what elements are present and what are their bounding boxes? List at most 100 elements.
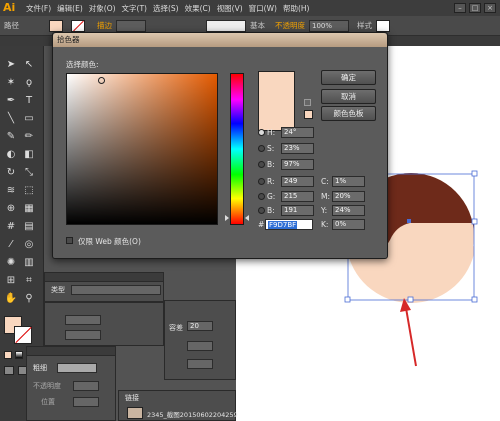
stroke-link[interactable]: 描边 (97, 20, 112, 31)
m-field[interactable]: 20% (332, 191, 365, 202)
hand-tool-icon[interactable]: ✋ (4, 292, 18, 306)
eyedropper-icon[interactable]: ⁄ (4, 238, 18, 252)
saturation-brightness-field[interactable] (66, 73, 218, 225)
blue-radio[interactable] (258, 207, 265, 214)
menu-view[interactable]: 视图(V) (217, 3, 243, 14)
option-field-1[interactable] (65, 315, 101, 325)
color-swatches-button[interactable]: 颜色色板 (321, 106, 376, 121)
stroke-weight-dropdown[interactable] (116, 19, 146, 32)
b-field[interactable]: 97% (281, 159, 314, 170)
color-mode-icon[interactable] (4, 351, 12, 359)
style-swatch[interactable] (376, 19, 390, 32)
hue-slider-right-handle[interactable] (245, 215, 249, 221)
option-field-4[interactable] (187, 359, 213, 369)
lasso-icon[interactable]: ϙ (22, 76, 36, 90)
minimize-icon[interactable]: – (454, 3, 466, 13)
line-tool-icon[interactable]: ╲ (4, 112, 18, 126)
zoom-tool-icon[interactable]: ⚲ (22, 292, 36, 306)
menu-edit[interactable]: 编辑(E) (57, 3, 83, 14)
web-only-checkbox[interactable] (66, 237, 73, 244)
blob-brush-icon[interactable]: ◐ (4, 148, 18, 162)
dialog-title[interactable]: 拾色器 (53, 33, 387, 47)
pen-tool-icon[interactable]: ✒ (4, 94, 18, 108)
artboard-tool-icon[interactable]: ⊞ (4, 274, 18, 288)
s-radio[interactable] (258, 145, 265, 152)
direct-selection-icon[interactable]: ↖ (22, 58, 36, 72)
menu-object[interactable]: 对象(O) (89, 3, 116, 14)
hue-slider[interactable] (230, 73, 244, 225)
r-field[interactable]: 249 (281, 176, 314, 187)
s-field[interactable]: 23% (281, 143, 314, 154)
menu-type[interactable]: 文字(T) (122, 3, 147, 14)
type-label: 类型 (51, 286, 65, 294)
position-field[interactable] (73, 397, 99, 407)
capacity-field[interactable]: 20 (187, 321, 213, 331)
link-filename[interactable]: 2345_截图20150602204259 (147, 409, 238, 419)
y-label: Y: (321, 206, 328, 215)
pencil-tool-icon[interactable]: ✏ (22, 130, 36, 144)
fill-swatch[interactable] (49, 19, 63, 32)
menu-file[interactable]: 文件(F) (26, 3, 51, 14)
perspective-grid-icon[interactable]: ▦ (22, 202, 36, 216)
eraser-tool-icon[interactable]: ◧ (22, 148, 36, 162)
graph-tool-icon[interactable]: ▥ (22, 256, 36, 270)
opacity-dropdown[interactable]: 100% (309, 19, 349, 32)
menu-effect[interactable]: 效果(C) (185, 3, 211, 14)
opacity-link[interactable]: 不透明度 (275, 20, 305, 31)
rotate-tool-icon[interactable]: ↻ (4, 166, 18, 180)
brush-tool-icon[interactable]: ✎ (4, 130, 18, 144)
menu-window[interactable]: 窗口(W) (249, 3, 277, 14)
selection-tool-icon[interactable]: ➤ (4, 58, 18, 72)
color-picker-dialog: 拾色器 选择颜色: 确定 取消 颜色色板 H: 24° S: 23% B: 97… (52, 32, 388, 259)
k-field[interactable]: 0% (332, 219, 365, 230)
ok-button[interactable]: 确定 (321, 70, 376, 85)
rectangle-tool-icon[interactable]: ▭ (22, 112, 36, 126)
menu-select[interactable]: 选择(S) (153, 3, 179, 14)
gradient-tool-icon[interactable]: ▤ (22, 220, 36, 234)
stroke-swatch[interactable] (71, 19, 85, 32)
live-trace-panel: 容差 20 (164, 300, 236, 380)
g-field[interactable]: 215 (281, 191, 314, 202)
style-label: 样式 (357, 21, 372, 30)
scale-tool-icon[interactable]: ⤡ (22, 166, 36, 180)
maximize-icon[interactable]: □ (469, 3, 481, 13)
y-field[interactable]: 24% (332, 205, 365, 216)
option-field-2[interactable] (65, 330, 101, 340)
blend-tool-icon[interactable]: ◎ (22, 238, 36, 252)
stroke-color-box[interactable] (14, 326, 32, 344)
free-transform-icon[interactable]: ⬚ (22, 184, 36, 198)
b-radio[interactable] (258, 161, 265, 168)
current-color-preview (258, 71, 295, 131)
magic-wand-icon[interactable]: ✶ (4, 76, 18, 90)
opacity-field[interactable] (73, 381, 99, 391)
shape-builder-icon[interactable]: ⊕ (4, 202, 18, 216)
c-field[interactable]: 1% (332, 176, 365, 187)
cancel-button[interactable]: 取消 (321, 89, 376, 104)
hue-slider-left-handle[interactable] (225, 215, 229, 221)
hex-field[interactable]: F9D7BF (265, 219, 313, 230)
gradient-mode-icon[interactable] (15, 351, 23, 359)
close-icon[interactable]: × (484, 3, 496, 13)
h-radio[interactable] (258, 129, 265, 136)
type-tool-icon[interactable]: T (22, 94, 36, 108)
blue-field[interactable]: 191 (281, 205, 314, 216)
panel-header (45, 273, 163, 282)
cube-warning-icon[interactable] (304, 99, 311, 106)
mesh-tool-icon[interactable]: # (4, 220, 18, 234)
stroke-profile-dropdown[interactable] (206, 19, 246, 32)
draw-mode-icon[interactable] (4, 366, 14, 375)
option-field-3[interactable] (187, 341, 213, 351)
h-field[interactable]: 24° (281, 127, 314, 138)
r-radio[interactable] (258, 178, 265, 185)
type-dropdown[interactable] (71, 285, 161, 295)
g-label: G: (267, 192, 276, 201)
symbol-sprayer-icon[interactable]: ✺ (4, 256, 18, 270)
web-safe-swatch[interactable] (304, 110, 313, 119)
warp-tool-icon[interactable]: ≋ (4, 184, 18, 198)
color-picker-cursor[interactable] (98, 77, 105, 84)
thickness-field[interactable] (57, 363, 97, 373)
menu-help[interactable]: 帮助(H) (283, 3, 310, 14)
g-radio[interactable] (258, 193, 265, 200)
slice-tool-icon[interactable]: ⌗ (22, 274, 36, 288)
menu-bar: Ai 文件(F) 编辑(E) 对象(O) 文字(T) 选择(S) 效果(C) 视… (0, 0, 500, 16)
